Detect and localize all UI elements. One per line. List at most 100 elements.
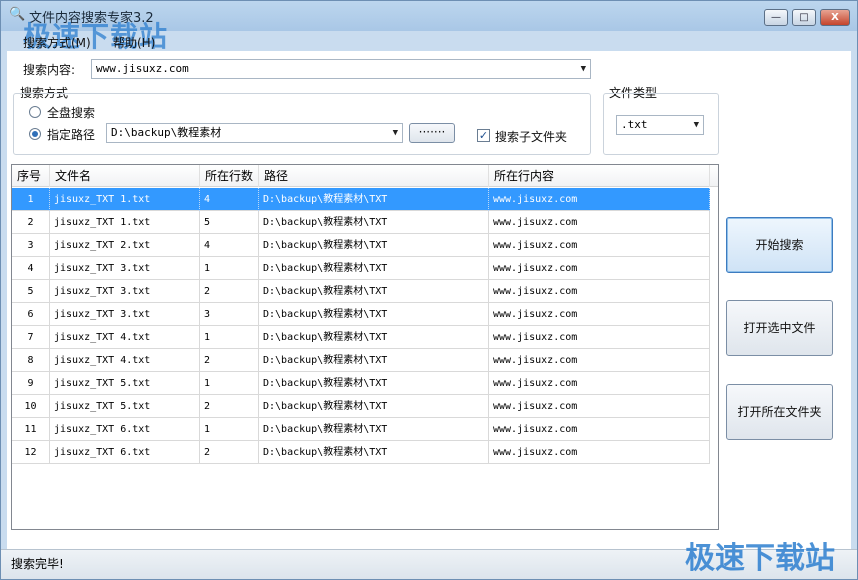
- cell-line-content: www.jisuxz.com: [489, 441, 710, 464]
- cell-path: D:\backup\教程素材\TXT: [259, 211, 489, 234]
- search-content-value: www.jisuxz.com: [96, 62, 189, 75]
- cell-line-content: www.jisuxz.com: [489, 395, 710, 418]
- minimize-button[interactable]: —: [764, 9, 788, 26]
- status-text: 搜索完毕!: [11, 557, 64, 571]
- subfolder-checkbox[interactable]: ✓: [477, 129, 490, 142]
- cell-index: 10: [12, 395, 50, 418]
- table-row[interactable]: 6 jisuxz_TXT 3.txt 3 D:\backup\教程素材\TXT www.…: [12, 303, 710, 326]
- cell-line-number: 2: [200, 441, 259, 464]
- cell-line-content: www.jisuxz.com: [489, 257, 710, 280]
- header-index[interactable]: 序号: [12, 165, 50, 187]
- cell-line-number: 1: [200, 257, 259, 280]
- chevron-down-icon[interactable]: ▼: [393, 124, 398, 142]
- cell-index: 4: [12, 257, 50, 280]
- cell-filename: jisuxz_TXT 3.txt: [50, 280, 200, 303]
- cell-line-content: www.jisuxz.com: [489, 280, 710, 303]
- cell-path: D:\backup\教程素材\TXT: [259, 234, 489, 257]
- cell-line-number: 1: [200, 326, 259, 349]
- cell-filename: jisuxz_TXT 6.txt: [50, 441, 200, 464]
- start-search-button[interactable]: 开始搜索: [726, 217, 833, 273]
- table-header: 序号 文件名 所在行数 路径 所在行内容: [12, 165, 718, 187]
- radio-all-disks[interactable]: [29, 106, 41, 118]
- cell-line-content: www.jisuxz.com: [489, 349, 710, 372]
- cell-filename: jisuxz_TXT 2.txt: [50, 234, 200, 257]
- cell-filename: jisuxz_TXT 5.txt: [50, 395, 200, 418]
- main-window: 🔍 文件内容搜索专家3.2 极速下载站 — □ X 搜索方式(M) 帮助(H) …: [0, 0, 858, 580]
- cell-line-number: 4: [200, 234, 259, 257]
- search-content-label: 搜索内容:: [23, 63, 76, 77]
- cell-filename: jisuxz_TXT 4.txt: [50, 326, 200, 349]
- cell-line-number: 2: [200, 349, 259, 372]
- open-selected-file-button[interactable]: 打开选中文件: [726, 300, 833, 356]
- cell-index: 7: [12, 326, 50, 349]
- cell-path: D:\backup\教程素材\TXT: [259, 441, 489, 464]
- header-filename[interactable]: 文件名: [50, 165, 200, 187]
- cell-line-number: 5: [200, 211, 259, 234]
- cell-index: 5: [12, 280, 50, 303]
- cell-index: 8: [12, 349, 50, 372]
- cell-filename: jisuxz_TXT 3.txt: [50, 303, 200, 326]
- cell-path: D:\backup\教程素材\TXT: [259, 280, 489, 303]
- cell-line-number: 2: [200, 395, 259, 418]
- table-row[interactable]: 9 jisuxz_TXT 5.txt 1 D:\backup\教程素材\TXT www.…: [12, 372, 710, 395]
- cell-line-number: 1: [200, 418, 259, 441]
- cell-line-number: 2: [200, 280, 259, 303]
- table-row[interactable]: 7 jisuxz_TXT 4.txt 1 D:\backup\教程素材\TXT www.…: [12, 326, 710, 349]
- maximize-button[interactable]: □: [792, 9, 816, 26]
- table-row[interactable]: 5 jisuxz_TXT 3.txt 2 D:\backup\教程素材\TXT www.…: [12, 280, 710, 303]
- cell-index: 12: [12, 441, 50, 464]
- cell-filename: jisuxz_TXT 5.txt: [50, 372, 200, 395]
- cell-line-content: www.jisuxz.com: [489, 188, 710, 211]
- cell-index: 1: [12, 188, 50, 211]
- chevron-down-icon[interactable]: ▼: [581, 60, 586, 78]
- cell-filename: jisuxz_TXT 1.txt: [50, 211, 200, 234]
- header-path[interactable]: 路径: [259, 165, 489, 187]
- close-button[interactable]: X: [820, 9, 850, 26]
- cell-index: 3: [12, 234, 50, 257]
- cell-line-content: www.jisuxz.com: [489, 418, 710, 441]
- radio-specified-path-label: 指定路径: [47, 128, 96, 142]
- cell-path: D:\backup\教程素材\TXT: [259, 257, 489, 280]
- cell-line-content: www.jisuxz.com: [489, 303, 710, 326]
- table-row[interactable]: 10 jisuxz_TXT 5.txt 2 D:\backup\教程素材\TXT www…: [12, 395, 710, 418]
- cell-path: D:\backup\教程素材\TXT: [259, 188, 489, 211]
- cell-index: 6: [12, 303, 50, 326]
- cell-path: D:\backup\教程素材\TXT: [259, 418, 489, 441]
- cell-line-content: www.jisuxz.com: [489, 372, 710, 395]
- cell-index: 2: [12, 211, 50, 234]
- cell-filename: jisuxz_TXT 6.txt: [50, 418, 200, 441]
- browse-button[interactable]: ·······: [409, 123, 455, 143]
- client-area: 搜索内容: www.jisuxz.com ▼ 搜索方式 全盘搜索 指定路径 D:…: [7, 51, 851, 549]
- cell-index: 11: [12, 418, 50, 441]
- path-input[interactable]: D:\backup\教程素材 ▼: [106, 123, 403, 143]
- table-row[interactable]: 1 jisuxz_TXT 1.txt 4 D:\backup\教程素材\TXT www.…: [12, 188, 710, 211]
- cell-line-content: www.jisuxz.com: [489, 326, 710, 349]
- cell-line-content: www.jisuxz.com: [489, 211, 710, 234]
- cell-filename: jisuxz_TXT 3.txt: [50, 257, 200, 280]
- cell-path: D:\backup\教程素材\TXT: [259, 326, 489, 349]
- cell-path: D:\backup\教程素材\TXT: [259, 372, 489, 395]
- radio-specified-path[interactable]: [29, 128, 41, 140]
- menu-search-mode[interactable]: 搜索方式(M): [23, 34, 91, 51]
- header-line-number[interactable]: 所在行数: [200, 165, 259, 187]
- menu-bar: 搜索方式(M) 帮助(H): [1, 31, 857, 51]
- cell-index: 9: [12, 372, 50, 395]
- table-row[interactable]: 4 jisuxz_TXT 3.txt 1 D:\backup\教程素材\TXT www.…: [12, 257, 710, 280]
- table-row[interactable]: 11 jisuxz_TXT 6.txt 1 D:\backup\教程素材\TXT www…: [12, 418, 710, 441]
- table-row[interactable]: 12 jisuxz_TXT 6.txt 2 D:\backup\教程素材\TXT www…: [12, 441, 710, 464]
- table-row[interactable]: 8 jisuxz_TXT 4.txt 2 D:\backup\教程素材\TXT www.…: [12, 349, 710, 372]
- table-row[interactable]: 2 jisuxz_TXT 1.txt 5 D:\backup\教程素材\TXT www.…: [12, 211, 710, 234]
- table-row[interactable]: 3 jisuxz_TXT 2.txt 4 D:\backup\教程素材\TXT www.…: [12, 234, 710, 257]
- filetype-select[interactable]: .txt ▼: [616, 115, 704, 135]
- cell-path: D:\backup\教程素材\TXT: [259, 395, 489, 418]
- menu-help[interactable]: 帮助(H): [113, 34, 155, 51]
- open-containing-folder-button[interactable]: 打开所在文件夹: [726, 384, 833, 440]
- radio-all-disks-label: 全盘搜索: [47, 106, 96, 120]
- header-line-content[interactable]: 所在行内容: [489, 165, 710, 187]
- search-content-input[interactable]: www.jisuxz.com ▼: [91, 59, 591, 79]
- results-table[interactable]: 序号 文件名 所在行数 路径 所在行内容 1 jisuxz_TXT 1.txt 4 D…: [11, 164, 719, 530]
- chevron-down-icon[interactable]: ▼: [694, 116, 699, 134]
- cell-path: D:\backup\教程素材\TXT: [259, 349, 489, 372]
- cell-line-content: www.jisuxz.com: [489, 234, 710, 257]
- cell-filename: jisuxz_TXT 4.txt: [50, 349, 200, 372]
